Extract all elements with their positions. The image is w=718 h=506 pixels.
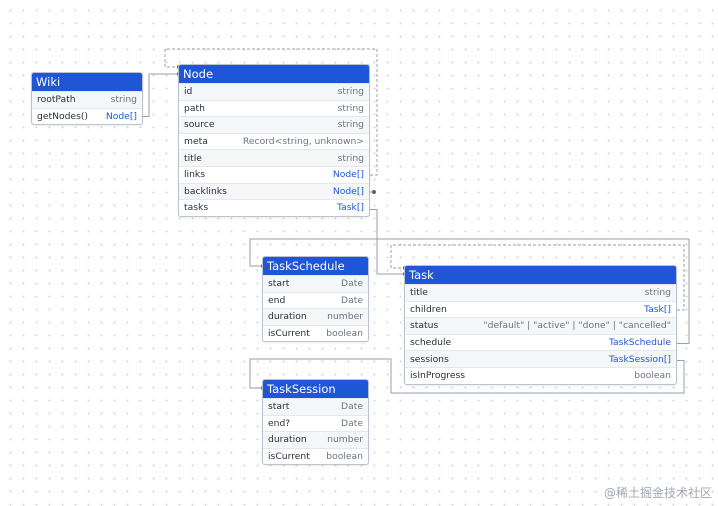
field-row[interactable]: meta Record<string, unknown> [179,132,369,150]
field-name: duration [268,311,307,323]
field-type: number [327,434,363,446]
field-row[interactable]: title string [179,149,369,166]
field-name: id [184,86,193,98]
field-name: links [184,169,206,181]
field-name: schedule [410,337,452,349]
entity-node[interactable]: Node id string path string source string meta R… [178,64,370,217]
field-row[interactable]: rootPath string [32,91,142,108]
field-type: string [337,152,364,164]
field-row[interactable]: backlinks Node[] [179,182,369,200]
field-name: status [410,320,439,332]
field-type: Date [341,417,363,429]
field-type: "default" | "active" | "done" | "cancell… [483,320,671,332]
field-type: Date [341,401,363,413]
edge-node-tasks [370,209,408,277]
field-row[interactable]: path string [179,99,369,117]
field-name: meta [184,136,208,148]
field-name: rootPath [37,94,76,106]
field-type: string [110,94,137,106]
field-name: start [268,278,290,290]
field-row[interactable]: children Task[] [405,300,676,318]
field-type: Record<string, unknown> [242,136,364,148]
field-type: Date [341,278,363,290]
field-name: end [268,294,286,306]
field-name: path [184,102,205,114]
entity-title: Task [405,266,676,284]
field-name: getNodes() [37,110,89,122]
field-type: number [327,311,363,323]
field-row[interactable]: status "default" | "active" | "done" | "c… [405,317,676,334]
field-row[interactable]: schedule TaskSchedule [405,333,676,351]
field-type: boolean [326,328,363,340]
entity-wiki[interactable]: Wiki rootPath string getNodes() Node[] [31,72,143,126]
entity-task[interactable]: Task title string children Task[] status "def… [404,265,677,385]
field-name: title [410,287,428,299]
field-row[interactable]: id string [179,83,369,100]
field-type: boolean [326,451,363,463]
field-row[interactable]: end Date [263,291,368,309]
field-type: Date [341,294,363,306]
field-type: TaskSession[] [608,353,671,365]
entity-title: Node [179,65,369,83]
field-row[interactable]: start Date [263,275,368,292]
field-name: start [268,401,290,413]
field-name: isCurrent [268,328,310,340]
field-row[interactable]: sessions TaskSession[] [405,350,676,367]
edge-wiki-nodes [143,71,182,117]
field-name: isCurrent [268,451,310,463]
field-name: sessions [410,353,449,365]
field-type: string [644,287,671,299]
field-type: Task[] [644,303,671,315]
field-row[interactable]: isCurrent boolean [263,447,368,465]
entity-title: TaskSession [263,380,368,398]
field-type: string [337,86,364,98]
field-type: Node[] [105,110,137,122]
entity-title: TaskSchedule [263,257,368,275]
field-type: string [337,102,364,114]
field-type: Node[] [332,169,364,181]
field-row[interactable]: start Date [263,398,368,415]
field-name: children [410,303,447,315]
field-row[interactable]: source string [179,116,369,133]
field-row[interactable]: links Node[] [179,165,369,183]
field-row[interactable]: duration number [263,431,368,448]
field-type: Task[] [337,202,364,214]
field-name: duration [268,434,307,446]
field-name: isInProgress [410,370,466,382]
field-row[interactable]: getNodes() Node[] [32,107,142,125]
field-row[interactable]: isInProgress boolean [405,366,676,384]
field-type: Node[] [332,185,364,197]
entity-task-session[interactable]: TaskSession start Date end? Date duration num… [262,379,369,466]
field-type: TaskSchedule [608,337,671,349]
field-name: tasks [184,202,209,214]
field-name: backlinks [184,185,227,197]
entity-task-schedule[interactable]: TaskSchedule start Date end Date duration num… [262,256,369,343]
field-name: title [184,152,202,164]
field-row[interactable]: isCurrent boolean [263,324,368,342]
field-row[interactable]: title string [405,284,676,301]
entity-title: Wiki [32,73,142,91]
field-row[interactable]: end? Date [263,414,368,432]
field-row[interactable]: tasks Task[] [179,199,369,216]
field-type: boolean [634,370,671,382]
field-name: source [184,119,215,131]
field-name: end? [268,417,291,429]
field-type: string [337,119,364,131]
field-row[interactable]: duration number [263,308,368,325]
watermark: @稀土掘金技术社区 [603,486,712,500]
